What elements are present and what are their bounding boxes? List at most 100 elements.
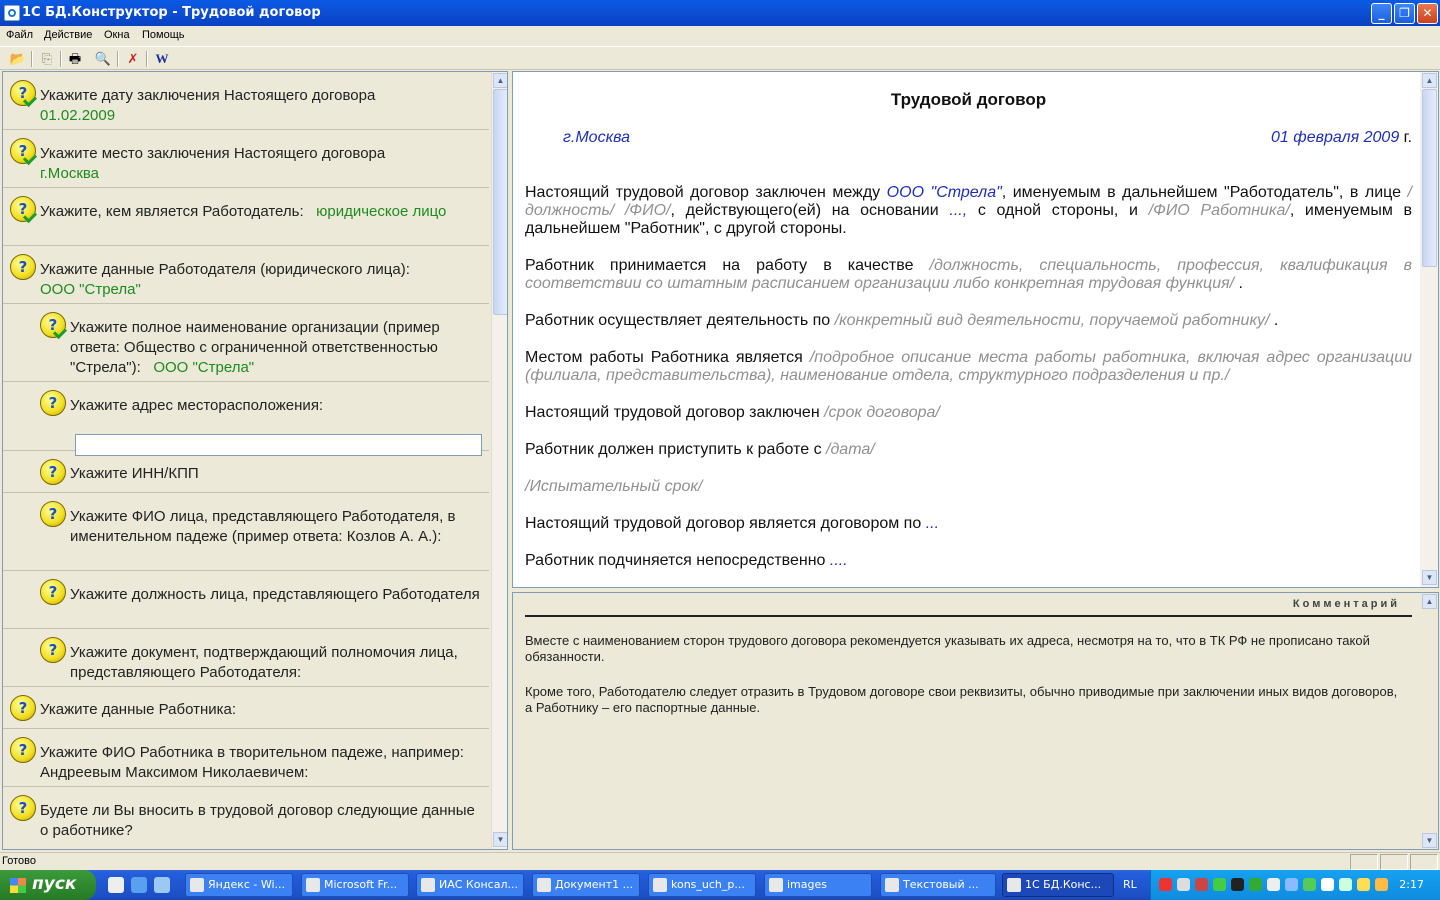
tray-icon[interactable]	[1249, 878, 1262, 891]
task-kons-uch[interactable]: kons_uch_p...	[648, 873, 756, 897]
questions-list: Укажите дату заключения Настоящего догов…	[3, 72, 489, 849]
scroll-up-button[interactable]: ▲	[493, 73, 507, 88]
task-microsoft-fr[interactable]: Microsoft Fr...	[301, 873, 409, 897]
doc-paragraph-parties: Настоящий трудовой договор заключен межд…	[525, 184, 1412, 238]
question-date[interactable]: Укажите дату заключения Настоящего догов…	[3, 72, 489, 130]
task-label: kons_uch_p...	[671, 878, 745, 891]
field-placeholder[interactable]: /дата/	[826, 441, 875, 458]
menu-help[interactable]: Помощь	[142, 29, 185, 41]
volume-icon[interactable]	[1321, 878, 1334, 891]
question-icon	[40, 579, 66, 605]
field-placeholder[interactable]: /конкретный вид деятельности, поручаемой…	[835, 312, 1270, 329]
task-text-editor[interactable]: Текстовый ...	[880, 873, 996, 897]
question-employee-name[interactable]: Укажите ФИО Работника в творительном пад…	[3, 729, 489, 787]
minimize-button[interactable]: _	[1371, 3, 1392, 24]
toolbar-separator	[31, 51, 33, 67]
print-preview-icon[interactable]: 🔍	[93, 50, 113, 68]
tray-icon[interactable]	[1231, 878, 1244, 891]
windows-flag-icon	[10, 878, 26, 893]
question-employee-data[interactable]: Укажите данные Работника:	[3, 687, 489, 729]
paragraph-text: Работник должен приступить к работе с	[525, 441, 827, 458]
delete-document-icon[interactable]: ✗	[123, 50, 143, 68]
field-value[interactable]: ООО "Стрела"	[887, 184, 1002, 201]
doc-paragraph-start-date: Работник должен приступить к работе с /д…	[525, 441, 1412, 459]
question-address[interactable]: Укажите адрес месторасположения:	[3, 382, 489, 456]
internet-explorer-icon[interactable]	[131, 877, 147, 893]
question-icon	[10, 254, 36, 280]
network-icon[interactable]	[1177, 878, 1190, 891]
doc-paragraph-term: Настоящий трудовой договор заключен /сро…	[525, 404, 1412, 422]
word-export-icon[interactable]: W	[152, 50, 172, 68]
question-representative-name[interactable]: Укажите ФИО лица, представляющего Работо…	[3, 493, 489, 571]
task-images-folder[interactable]: images	[764, 873, 872, 897]
task-label: 1С БД.Конс...	[1025, 878, 1102, 891]
toolbar: 📂 ⎘ 🖶 🔍 ✗ W	[0, 46, 1440, 70]
text-file-icon	[885, 878, 899, 892]
question-place[interactable]: Укажите место заключения Настоящего дого…	[3, 130, 489, 188]
tray-icon[interactable]	[1159, 878, 1172, 891]
tray-icon[interactable]	[1303, 878, 1316, 891]
question-authority-document[interactable]: Укажите документ, подтверждающий полномо…	[3, 629, 489, 687]
status-text: Готово	[2, 855, 36, 867]
doc-paragraph-supervisor: Работник подчиняется непосредственно ...…	[525, 552, 1412, 570]
tray-icon[interactable]	[1339, 878, 1352, 891]
scroll-down-button[interactable]: ▼	[1422, 570, 1437, 585]
question-employer-data[interactable]: Укажите данные Работодателя (юридическог…	[3, 246, 489, 304]
tray-icon[interactable]	[1357, 878, 1370, 891]
question-org-name[interactable]: Укажите полное наименование организации …	[3, 304, 489, 382]
copy-icon[interactable]: ⎘	[37, 50, 57, 68]
field-value[interactable]: ...	[926, 515, 939, 532]
field-placeholder[interactable]: /ФИО Работника/	[1149, 202, 1290, 219]
paragraph-text: Работник осуществляет деятельность по	[525, 312, 835, 329]
language-indicator[interactable]: RL	[1123, 878, 1137, 891]
task-document1[interactable]: Документ1 ...	[532, 873, 640, 897]
question-answered-icon	[10, 196, 36, 222]
tray-icon[interactable]	[1285, 878, 1298, 891]
menu-action[interactable]: Действие	[44, 29, 92, 41]
print-icon[interactable]: 🖶	[65, 50, 85, 68]
task-1c-constructor[interactable]: 1С БД.Конс...	[1002, 873, 1114, 897]
question-employee-extra[interactable]: Будете ли Вы вносить в трудовой договор …	[3, 787, 489, 845]
questions-scrollbar[interactable]: ▲ ▼	[491, 72, 507, 849]
document-date-suffix: г.	[1399, 129, 1412, 146]
document-scrollbar[interactable]: ▲ ▼	[1420, 72, 1438, 587]
open-icon[interactable]: 📂	[8, 50, 28, 68]
field-value[interactable]: ....	[830, 552, 848, 569]
app-icon	[653, 878, 667, 892]
tray-icon[interactable]	[1375, 878, 1388, 891]
tray-icon[interactable]	[1267, 878, 1280, 891]
scroll-up-button[interactable]: ▲	[1422, 594, 1437, 609]
field-value[interactable]: ...,	[949, 202, 967, 219]
scroll-thumb[interactable]	[1422, 89, 1437, 267]
paragraph-text: Настоящий трудовой договор является дого…	[525, 515, 926, 532]
start-label: пуск	[32, 874, 77, 894]
tray-icon[interactable]	[1195, 878, 1208, 891]
menu-file[interactable]: Файл	[6, 29, 33, 41]
restore-button[interactable]: ❐	[1394, 3, 1415, 24]
comment-paragraph: Вместе с наименованием сторон трудового …	[525, 633, 1370, 664]
scroll-down-button[interactable]: ▼	[1422, 833, 1437, 848]
task-ias-konsalt[interactable]: ИАС Консал...	[416, 873, 524, 897]
desktop-icon[interactable]	[154, 877, 170, 893]
start-button[interactable]: пуск	[0, 870, 96, 900]
question-employer-type[interactable]: Укажите, кем является Работодатель: юрид…	[3, 188, 489, 246]
tray-icon[interactable]	[1213, 878, 1226, 891]
field-placeholder[interactable]: /Испытательный срок/	[525, 478, 702, 495]
scroll-thumb[interactable]	[493, 89, 507, 315]
system-tray: 2:17	[1150, 870, 1440, 900]
document-date-value: 01 февраля 2009	[1270, 129, 1400, 146]
toolbar-separator	[117, 51, 119, 67]
question-inn-kpp[interactable]: Укажите ИНН/КПП	[3, 451, 489, 493]
field-placeholder[interactable]: /срок договора/	[824, 404, 940, 421]
menu-windows[interactable]: Окна	[104, 29, 130, 41]
paragraph-text: .	[1269, 312, 1279, 329]
media-player-icon[interactable]	[108, 877, 124, 893]
task-yandex[interactable]: Яндекс - Wi...	[185, 873, 293, 897]
scroll-up-button[interactable]: ▲	[1422, 73, 1437, 88]
scroll-down-button[interactable]: ▼	[493, 832, 507, 847]
comment-pane: Комментарий Вместе с наименованием сторо…	[512, 592, 1439, 850]
question-representative-position[interactable]: Укажите должность лица, представляющего …	[3, 571, 489, 629]
close-button[interactable]: ✕	[1417, 3, 1438, 24]
clock: 2:17	[1399, 878, 1424, 891]
question-text: Укажите данные Работодателя (юридическог…	[40, 261, 410, 278]
